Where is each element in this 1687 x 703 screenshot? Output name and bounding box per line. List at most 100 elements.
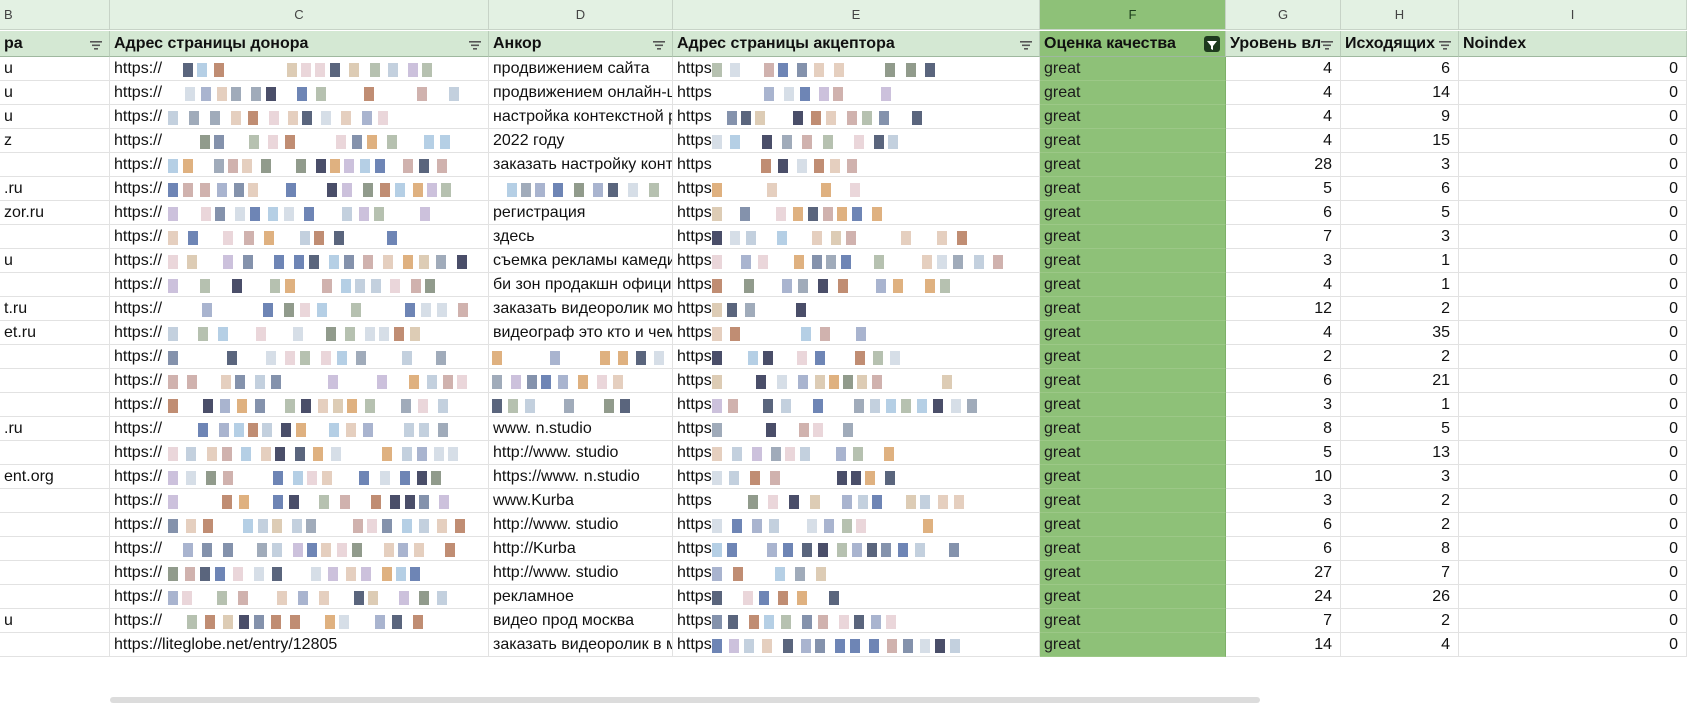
cell-c[interactable]: https://: [110, 561, 489, 585]
cell-g[interactable]: 12: [1226, 297, 1341, 321]
column-letter-b[interactable]: B: [0, 0, 110, 30]
cell-c[interactable]: https://: [110, 441, 489, 465]
cell-f[interactable]: great: [1040, 465, 1226, 489]
cell-g[interactable]: 24: [1226, 585, 1341, 609]
funnel-filter-icon[interactable]: [1204, 36, 1220, 52]
cell-e[interactable]: https: [673, 57, 1040, 81]
cell-i[interactable]: 0: [1459, 249, 1687, 273]
cell-h[interactable]: 35: [1341, 321, 1459, 345]
column-letter-h[interactable]: H: [1341, 0, 1459, 30]
header-cell-i[interactable]: Noindex: [1459, 31, 1687, 57]
cell-e[interactable]: https: [673, 297, 1040, 321]
cell-h[interactable]: 1: [1341, 273, 1459, 297]
cell-f[interactable]: great: [1040, 177, 1226, 201]
cell-e[interactable]: https: [673, 105, 1040, 129]
cell-e[interactable]: https: [673, 273, 1040, 297]
cell-f[interactable]: great: [1040, 57, 1226, 81]
filter-lines-icon[interactable]: [1018, 36, 1034, 52]
cell-b[interactable]: [0, 153, 110, 177]
cell-c[interactable]: https://: [110, 537, 489, 561]
cell-b[interactable]: [0, 441, 110, 465]
cell-h[interactable]: 2: [1341, 345, 1459, 369]
cell-c[interactable]: https://liteglobe.net/entry/12805: [110, 633, 489, 657]
cell-f[interactable]: great: [1040, 273, 1226, 297]
cell-i[interactable]: 0: [1459, 441, 1687, 465]
cell-c[interactable]: https://: [110, 321, 489, 345]
column-letter-f[interactable]: F: [1040, 0, 1226, 30]
cell-f[interactable]: great: [1040, 129, 1226, 153]
cell-h[interactable]: 4: [1341, 633, 1459, 657]
cell-d[interactable]: видеограф это кто и чем: [489, 321, 673, 345]
column-letter-e[interactable]: E: [673, 0, 1040, 30]
cell-d[interactable]: 2022 году: [489, 129, 673, 153]
cell-h[interactable]: 14: [1341, 81, 1459, 105]
cell-b[interactable]: .ru: [0, 417, 110, 441]
cell-i[interactable]: 0: [1459, 609, 1687, 633]
cell-e[interactable]: https: [673, 441, 1040, 465]
cell-i[interactable]: 0: [1459, 489, 1687, 513]
header-cell-g[interactable]: Уровень вл: [1226, 31, 1341, 57]
cell-c[interactable]: https://: [110, 513, 489, 537]
filter-lines-icon[interactable]: [1319, 36, 1335, 52]
filter-lines-icon[interactable]: [651, 36, 667, 52]
cell-b[interactable]: u: [0, 105, 110, 129]
cell-i[interactable]: 0: [1459, 81, 1687, 105]
cell-f[interactable]: great: [1040, 369, 1226, 393]
cell-b[interactable]: u: [0, 57, 110, 81]
cell-g[interactable]: 6: [1226, 201, 1341, 225]
cell-g[interactable]: 4: [1226, 129, 1341, 153]
cell-g[interactable]: 4: [1226, 81, 1341, 105]
cell-e[interactable]: https: [673, 81, 1040, 105]
cell-b[interactable]: [0, 225, 110, 249]
cell-f[interactable]: great: [1040, 345, 1226, 369]
cell-d[interactable]: http://www. studio: [489, 513, 673, 537]
cell-h[interactable]: 1: [1341, 249, 1459, 273]
cell-c[interactable]: https://: [110, 225, 489, 249]
cell-d[interactable]: продвижением онлайн-ш: [489, 81, 673, 105]
cell-f[interactable]: great: [1040, 393, 1226, 417]
cell-i[interactable]: 0: [1459, 393, 1687, 417]
header-cell-c[interactable]: Адрес страницы донора: [110, 31, 489, 57]
cell-i[interactable]: 0: [1459, 105, 1687, 129]
cell-f[interactable]: great: [1040, 513, 1226, 537]
cell-f[interactable]: great: [1040, 153, 1226, 177]
cell-c[interactable]: https://: [110, 105, 489, 129]
cell-e[interactable]: https: [673, 177, 1040, 201]
cell-i[interactable]: 0: [1459, 417, 1687, 441]
cell-d[interactable]: [489, 393, 673, 417]
cell-f[interactable]: great: [1040, 609, 1226, 633]
cell-b[interactable]: [0, 585, 110, 609]
cell-e[interactable]: https: [673, 609, 1040, 633]
filter-lines-icon[interactable]: [467, 36, 483, 52]
cell-e[interactable]: https: [673, 633, 1040, 657]
cell-b[interactable]: [0, 537, 110, 561]
cell-b[interactable]: [0, 273, 110, 297]
cell-i[interactable]: 0: [1459, 321, 1687, 345]
cell-b[interactable]: zor.ru: [0, 201, 110, 225]
cell-h[interactable]: 8: [1341, 537, 1459, 561]
cell-e[interactable]: https: [673, 321, 1040, 345]
column-letter-i[interactable]: I: [1459, 0, 1687, 30]
cell-c[interactable]: https://: [110, 177, 489, 201]
horizontal-scrollbar[interactable]: [110, 697, 1260, 703]
cell-g[interactable]: 10: [1226, 465, 1341, 489]
cell-c[interactable]: https://: [110, 369, 489, 393]
cell-d[interactable]: продвижением сайта: [489, 57, 673, 81]
cell-f[interactable]: great: [1040, 489, 1226, 513]
cell-g[interactable]: 28: [1226, 153, 1341, 177]
cell-c[interactable]: https://: [110, 489, 489, 513]
cell-f[interactable]: great: [1040, 201, 1226, 225]
cell-b[interactable]: [0, 393, 110, 417]
cell-d[interactable]: [489, 177, 673, 201]
cell-c[interactable]: https://: [110, 297, 489, 321]
cell-h[interactable]: 2: [1341, 297, 1459, 321]
cell-c[interactable]: https://: [110, 81, 489, 105]
cell-g[interactable]: 8: [1226, 417, 1341, 441]
cell-e[interactable]: https: [673, 417, 1040, 441]
cell-b[interactable]: u: [0, 249, 110, 273]
cell-d[interactable]: [489, 345, 673, 369]
cell-h[interactable]: 13: [1341, 441, 1459, 465]
cell-e[interactable]: https: [673, 369, 1040, 393]
cell-g[interactable]: 6: [1226, 513, 1341, 537]
cell-b[interactable]: t.ru: [0, 297, 110, 321]
